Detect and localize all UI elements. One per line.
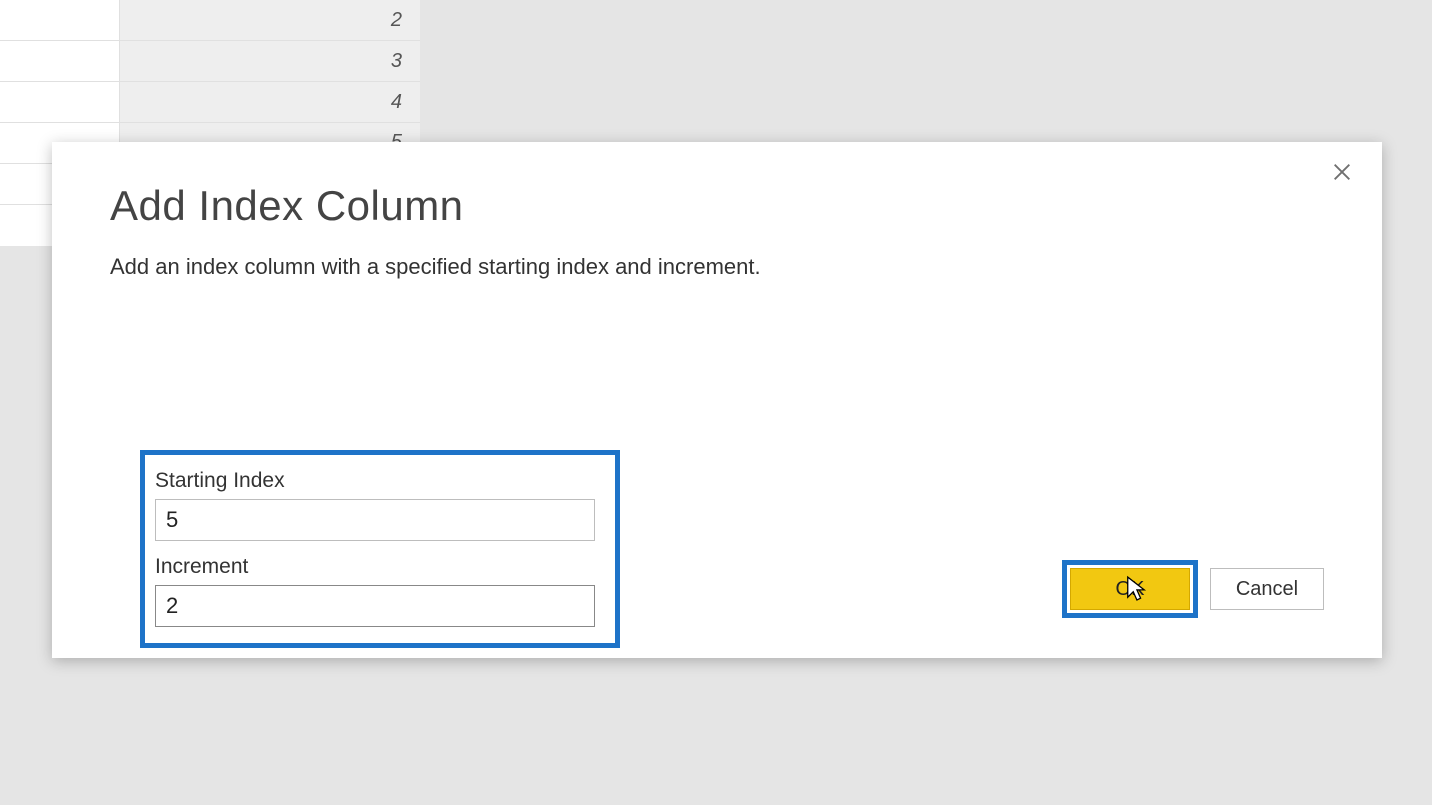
- cell-value: 3: [120, 41, 420, 81]
- table-row: 4: [0, 82, 420, 123]
- add-index-column-dialog: Add Index Column Add an index column wit…: [52, 142, 1382, 658]
- dialog-title: Add Index Column: [110, 182, 1324, 230]
- starting-index-group: Starting Index: [155, 469, 605, 541]
- dialog-buttons: OK Cancel: [1062, 560, 1324, 618]
- table-row: 2: [0, 0, 420, 41]
- starting-index-input[interactable]: [155, 499, 595, 541]
- cell-value: 4: [120, 82, 420, 122]
- ok-button-label: OK: [1116, 578, 1145, 601]
- increment-label: Increment: [155, 555, 605, 579]
- dialog-description: Add an index column with a specified sta…: [110, 254, 1324, 280]
- increment-group: Increment: [155, 555, 605, 627]
- cancel-button[interactable]: Cancel: [1210, 568, 1324, 610]
- table-row: 3: [0, 41, 420, 82]
- increment-input[interactable]: [155, 585, 595, 627]
- fields-highlight-box: Starting Index Increment: [140, 450, 620, 648]
- ok-button[interactable]: OK: [1070, 568, 1190, 610]
- cell-value: 2: [120, 0, 420, 40]
- ok-highlight-box: OK: [1062, 560, 1198, 618]
- starting-index-label: Starting Index: [155, 469, 605, 493]
- cancel-button-label: Cancel: [1236, 578, 1298, 601]
- close-button[interactable]: [1326, 156, 1358, 188]
- close-icon: [1331, 161, 1353, 183]
